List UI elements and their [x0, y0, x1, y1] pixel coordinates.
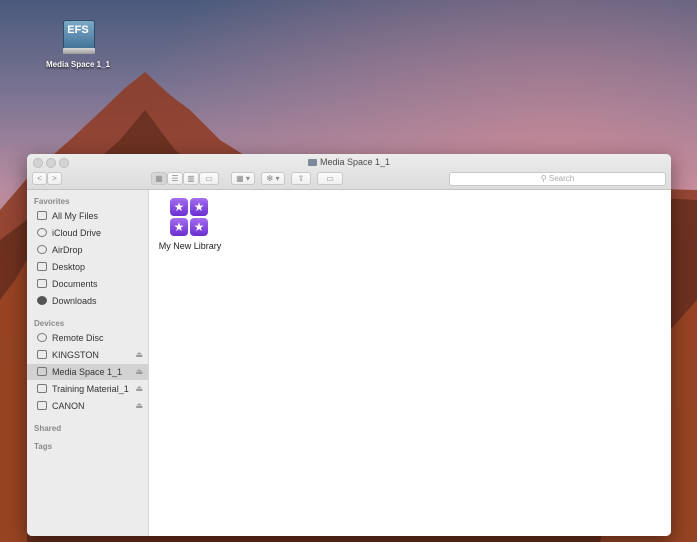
sidebar-item-label: AirDrop	[52, 245, 83, 255]
search-icon: ⚲	[540, 174, 549, 183]
drive-icon	[37, 384, 47, 393]
devices-heading: Devices	[34, 319, 65, 328]
forward-button[interactable]: >	[47, 172, 62, 185]
sidebar-item-label: Desktop	[52, 262, 86, 272]
sidebar: Favorites All My Files iCloud Drive AirD…	[27, 190, 149, 536]
sidebar-item-label: KINGSTON	[52, 350, 99, 360]
favorites-heading: Favorites	[34, 197, 70, 206]
arrange-button[interactable]: ▦ ▾	[231, 172, 255, 185]
search-field[interactable]: ⚲ Search	[449, 172, 666, 186]
desktop-drive-media-space[interactable]: EFS Media Space 1_1	[38, 18, 118, 69]
external-drive-icon: EFS	[60, 18, 96, 58]
airdrop-icon	[37, 245, 47, 254]
share-button[interactable]: ⇧	[291, 172, 311, 185]
action-button[interactable]: ✻ ▾	[261, 172, 285, 185]
sidebar-item-downloads[interactable]: Downloads	[27, 293, 148, 309]
drive-icon	[307, 159, 317, 166]
sidebar-item-kingston[interactable]: KINGSTON ⏏	[27, 347, 148, 363]
desktop-drive-name: Media Space 1_1	[45, 60, 111, 69]
desktop-icon	[37, 262, 47, 271]
drive-icon	[37, 367, 47, 376]
tag-button[interactable]: ▭	[317, 172, 343, 185]
eject-icon[interactable]: ⏏	[135, 364, 143, 380]
tags-heading: Tags	[34, 442, 53, 451]
file-item-my-new-library[interactable]: ★ ★ ★ ★ My New Library	[155, 198, 225, 251]
drive-icon	[37, 401, 47, 410]
sidebar-item-canon[interactable]: CANON ⏏	[27, 398, 148, 414]
tag-icon: ▭	[326, 174, 334, 183]
search-placeholder: Search	[548, 174, 575, 183]
list-view-button[interactable]: ☰	[167, 172, 183, 185]
downloads-icon	[37, 296, 47, 305]
sidebar-item-label: Remote Disc	[52, 333, 104, 343]
sidebar-item-icloud-drive[interactable]: iCloud Drive	[27, 225, 148, 241]
sidebar-item-all-my-files[interactable]: All My Files	[27, 208, 148, 224]
column-view-icon: ▥	[187, 174, 195, 183]
sidebar-item-desktop[interactable]: Desktop	[27, 259, 148, 275]
icon-view-button[interactable]: ▦	[151, 172, 167, 185]
icon-view-icon: ▦	[155, 174, 163, 183]
sidebar-item-media-space[interactable]: Media Space 1_1 ⏏	[27, 364, 148, 380]
library-icon: ★ ★ ★ ★	[170, 198, 210, 238]
all-files-icon	[37, 211, 47, 220]
sidebar-item-airdrop[interactable]: AirDrop	[27, 242, 148, 258]
sidebar-item-label: iCloud Drive	[52, 228, 102, 238]
sidebar-item-documents[interactable]: Documents	[27, 276, 148, 292]
file-browser-content[interactable]: ★ ★ ★ ★ My New Library	[149, 190, 671, 536]
sidebar-item-label: Media Space 1_1	[52, 367, 123, 377]
file-name: My New Library	[158, 241, 222, 251]
coverflow-view-button[interactable]: ▭	[199, 172, 219, 185]
disc-icon	[37, 333, 47, 342]
sidebar-item-label: Training Material_1	[52, 384, 129, 394]
sidebar-item-label: Downloads	[52, 296, 97, 306]
share-icon: ⇧	[297, 174, 305, 183]
eject-icon[interactable]: ⏏	[135, 381, 143, 397]
window-title: Media Space 1_1	[27, 157, 671, 167]
drive-badge-label: EFS	[67, 24, 89, 36]
sidebar-item-label: CANON	[52, 401, 85, 411]
drive-icon	[37, 350, 47, 359]
window-title-text: Media Space 1_1	[319, 157, 391, 167]
coverflow-view-icon: ▭	[205, 174, 213, 183]
sidebar-item-label: Documents	[52, 279, 98, 289]
eject-icon[interactable]: ⏏	[135, 398, 143, 414]
list-view-icon: ☰	[171, 174, 179, 183]
finder-window: Media Space 1_1 < > ▦ ☰ ▥ ▭ ▦ ▾ ✻ ▾ ⇧ ▭ …	[27, 154, 671, 536]
gear-icon: ✻ ▾	[266, 174, 280, 183]
shared-heading: Shared	[34, 424, 62, 433]
titlebar: Media Space 1_1 < > ▦ ☰ ▥ ▭ ▦ ▾ ✻ ▾ ⇧ ▭ …	[27, 154, 671, 190]
documents-icon	[37, 279, 47, 288]
back-button[interactable]: <	[32, 172, 47, 185]
arrange-icon: ▦ ▾	[236, 174, 250, 183]
eject-icon[interactable]: ⏏	[135, 347, 143, 363]
cloud-icon	[37, 228, 47, 237]
sidebar-item-remote-disc[interactable]: Remote Disc	[27, 330, 148, 346]
sidebar-item-training-material[interactable]: Training Material_1 ⏏	[27, 381, 148, 397]
column-view-button[interactable]: ▥	[183, 172, 199, 185]
sidebar-item-label: All My Files	[52, 211, 99, 221]
